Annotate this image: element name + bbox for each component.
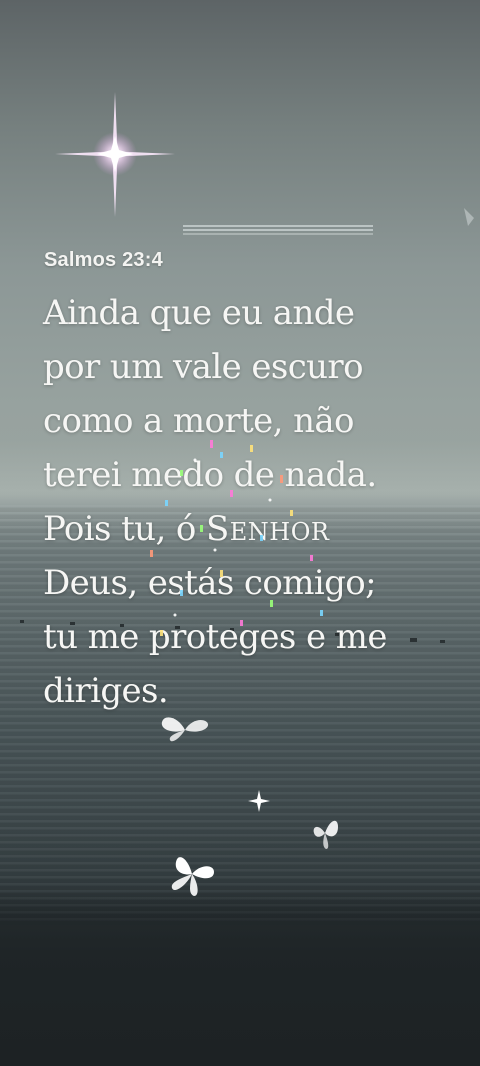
glare-mark	[464, 208, 474, 226]
verse-line: diriges.	[43, 671, 169, 711]
verse-line: Pois tu, ó	[43, 509, 196, 549]
verse-line: Deus, estás comigo;	[43, 563, 377, 603]
shore-shadow	[0, 890, 480, 1066]
light-streak	[183, 225, 373, 235]
lord-title: Senhor	[205, 509, 330, 549]
verse-line: Ainda que eu ande	[43, 293, 355, 333]
butterfly-icon	[313, 820, 338, 849]
story-screen[interactable]: Salmos 23:4 Ainda que eu ande por um val…	[0, 0, 480, 1066]
butterfly-icon	[171, 857, 214, 896]
verse-line: como a morte, não	[43, 401, 355, 441]
verse-line: tu me proteges e me	[43, 617, 387, 657]
verse-reference: Salmos 23:4	[44, 249, 163, 271]
verse-line: terei medo de nada.	[43, 455, 377, 495]
sparkle-star-icon	[55, 92, 175, 217]
verse-line: por um vale escuro	[43, 347, 364, 387]
verse-text: Ainda que eu ande por um vale escuro com…	[43, 286, 463, 718]
butterfly-icon	[161, 717, 209, 742]
sparkle-icon	[248, 790, 270, 812]
